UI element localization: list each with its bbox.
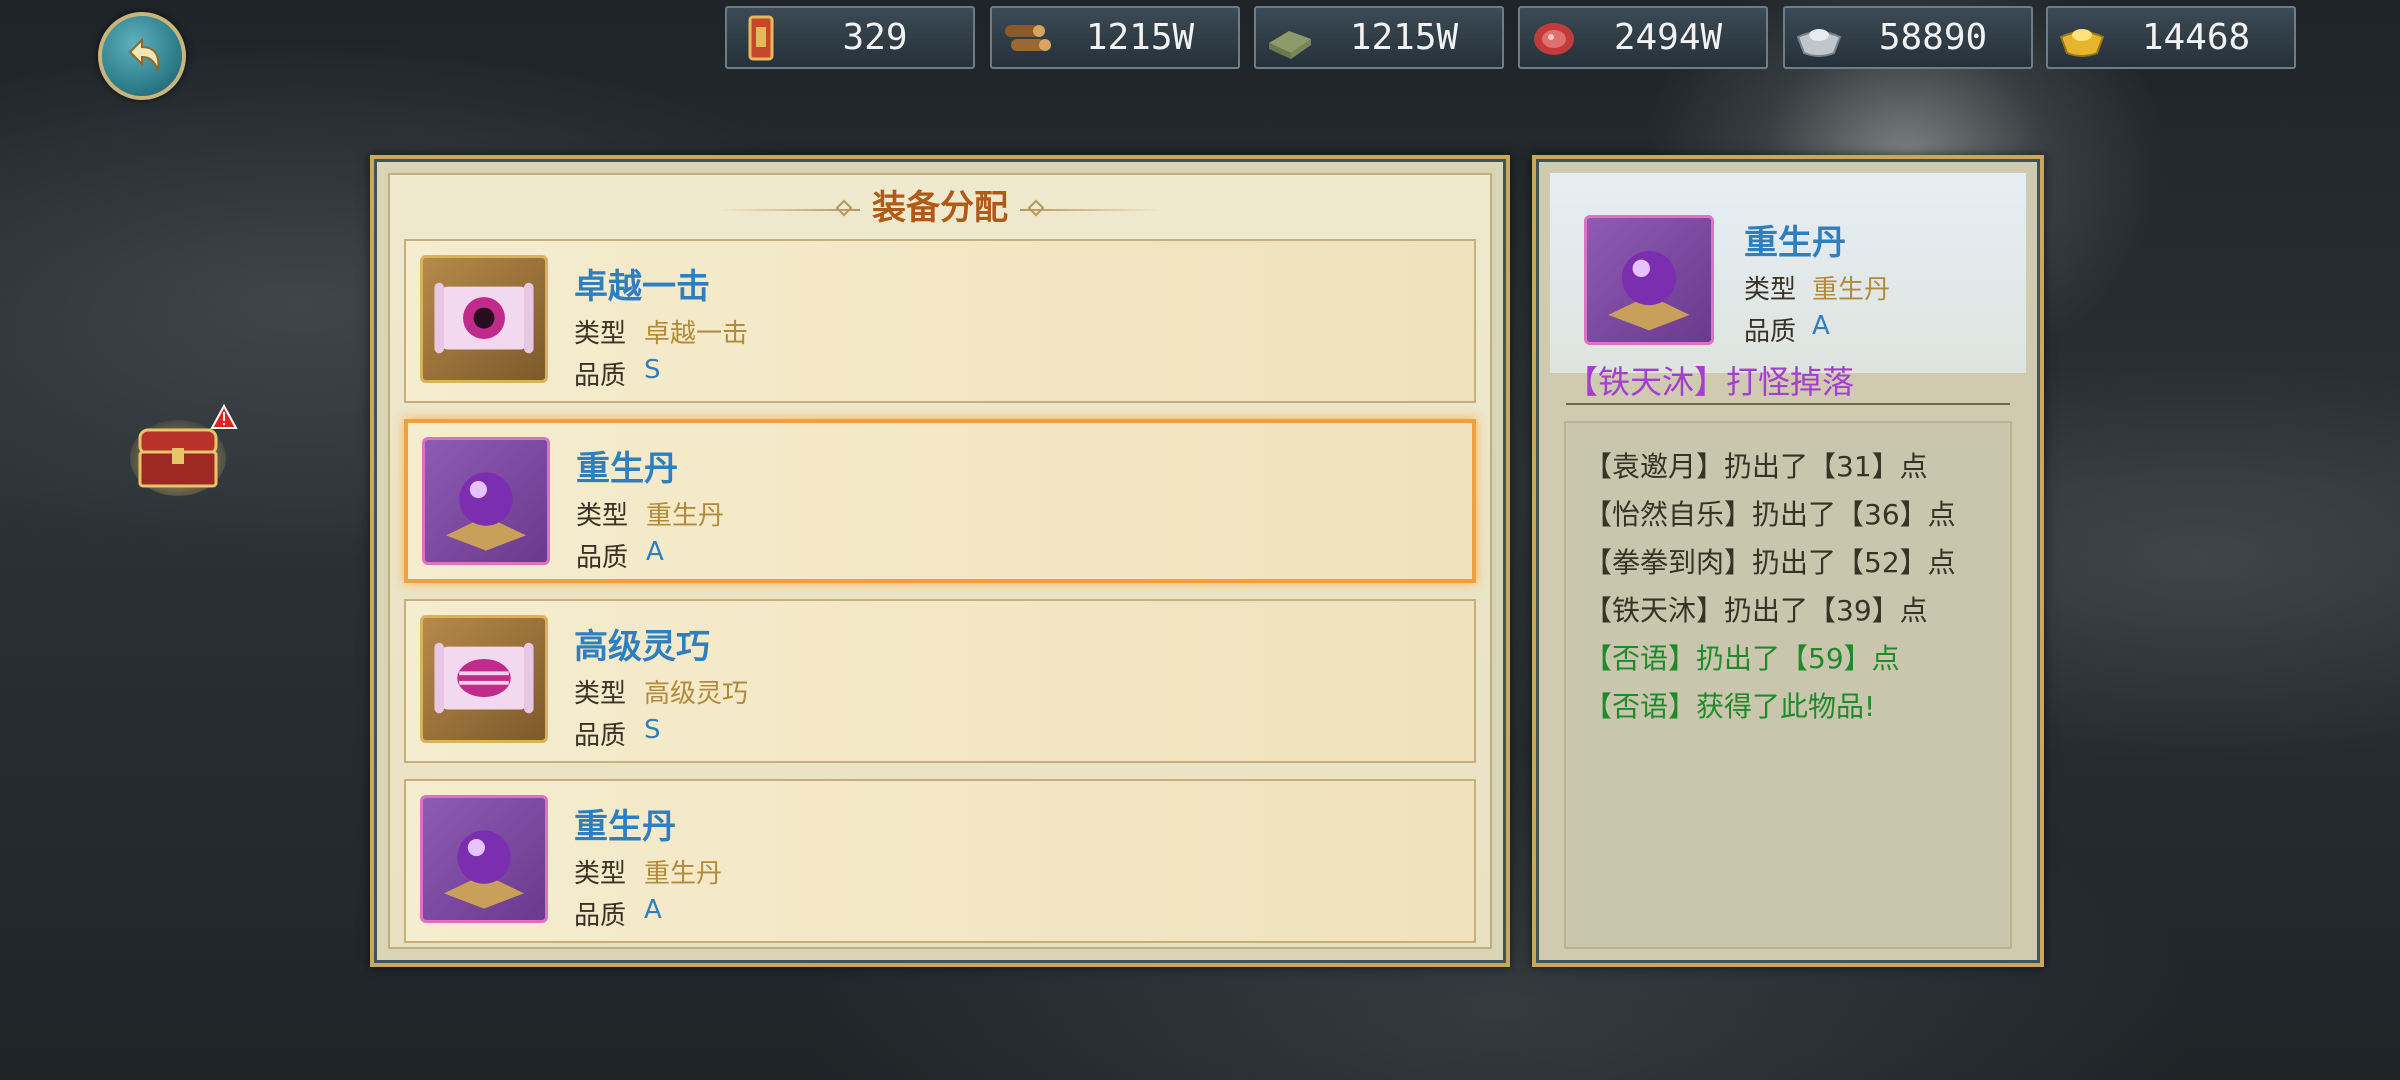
item-row[interactable]: 高级灵巧 类型 高级灵巧 品质 S [404,599,1476,763]
panel-title: 装备分配 [872,188,1008,228]
item-type-value: 卓越一击 [644,319,749,349]
resource-bar-wood: 1215W [990,6,1240,69]
item-name: 重生丹 [576,449,678,489]
resource-value: 1215W [1349,17,1459,58]
stone-slab-icon [1264,12,1316,64]
gold-ingot-icon [2056,12,2108,64]
item-type-label: 类型 [574,679,627,709]
resource-bar-silver: 58890 [1783,6,2033,69]
resource-bar-gold: 14468 [2046,6,2296,69]
title-ornament-right [1020,209,1160,211]
log-line: 【拳拳到肉】扔出了【52】点 [1584,546,1956,579]
scroll-icon [420,255,548,383]
item-name: 重生丹 [574,807,676,847]
item-type-label: 类型 [576,501,629,531]
detail-item-name: 重生丹 [1744,223,1846,263]
treasure-chest-icon [130,403,238,496]
roll-log[interactable]: 【袁邀月】扔出了【31】点 【怡然自乐】扔出了【36】点 【拳拳到肉】扔出了【5… [1564,421,2012,949]
item-detail-panel: 重生丹 类型 重生丹 品质 A 【铁天沐】打怪掉落 【袁邀月】扔出了【31】点 … [1532,155,2044,967]
resource-value: 2494W [1613,17,1723,58]
silver-ingot-icon [1793,12,1845,64]
item-row[interactable]: 重生丹 类型 重生丹 品质 A [404,779,1476,943]
drop-source-text: 【铁天沐】打怪掉落 [1566,363,1855,401]
detail-type-value: 重生丹 [1812,275,1891,305]
item-type-value: 重生丹 [644,859,723,889]
log-line: 【怡然自乐】扔出了【36】点 [1584,498,1956,531]
treasure-chest-button[interactable] [128,400,238,500]
log-line: 【袁邀月】扔出了【31】点 [1584,450,1928,483]
log-line: 【铁天沐】扔出了【39】点 [1584,594,1928,627]
log-line: 【否语】扔出了【59】点 [1584,642,1900,675]
detail-quality-value: A [1812,311,1830,341]
item-name: 卓越一击 [574,267,710,307]
item-quality-value: S [644,355,661,385]
meat-icon [1528,12,1580,64]
scroll-icon [420,615,548,743]
item-quality-label: 品质 [576,543,629,573]
item-type-label: 类型 [574,319,627,349]
detail-header: 重生丹 类型 重生丹 品质 A [1550,173,2026,373]
item-type-value: 重生丹 [646,501,725,531]
item-quality-value: A [646,537,664,567]
resource-bar-meat: 2494W [1518,6,1768,69]
wood-logs-icon [1000,12,1052,64]
item-row[interactable]: 卓越一击 类型 卓越一击 品质 S [404,239,1476,403]
item-quality-label: 品质 [574,361,627,391]
equipment-allocation-panel: 装备分配 卓越一击 类型 卓越一击 品质 S 重生丹 类型 重生丹 品质 A 高… [370,155,1510,967]
item-name: 高级灵巧 [574,627,710,667]
back-button[interactable] [98,12,186,100]
purple-orb-icon [420,795,548,923]
detail-type-label: 类型 [1744,275,1797,305]
detail-quality-label: 品质 [1744,317,1797,347]
item-quality-label: 品质 [574,901,627,931]
item-quality-value: S [644,715,661,745]
item-quality-value: A [644,895,662,925]
resource-value: 14468 [2141,17,2251,58]
order-token-icon [735,12,787,64]
resource-value: 329 [842,17,908,58]
resource-value: 58890 [1878,17,1988,58]
back-arrow-icon [128,37,160,71]
item-type-value: 高级灵巧 [644,679,749,709]
divider [1566,403,2010,405]
purple-orb-icon [1584,215,1714,345]
item-row-selected[interactable]: 重生丹 类型 重生丹 品质 A [404,419,1476,583]
resource-value: 1215W [1085,17,1195,58]
item-type-label: 类型 [574,859,627,889]
resource-bar-stone: 1215W [1254,6,1504,69]
panel-inner: 装备分配 卓越一击 类型 卓越一击 品质 S 重生丹 类型 重生丹 品质 A 高… [388,173,1492,949]
resource-bar-order-token: 329 [725,6,975,69]
log-line: 【否语】获得了此物品! [1584,690,1876,723]
purple-orb-icon [422,437,550,565]
item-quality-label: 品质 [574,721,627,751]
